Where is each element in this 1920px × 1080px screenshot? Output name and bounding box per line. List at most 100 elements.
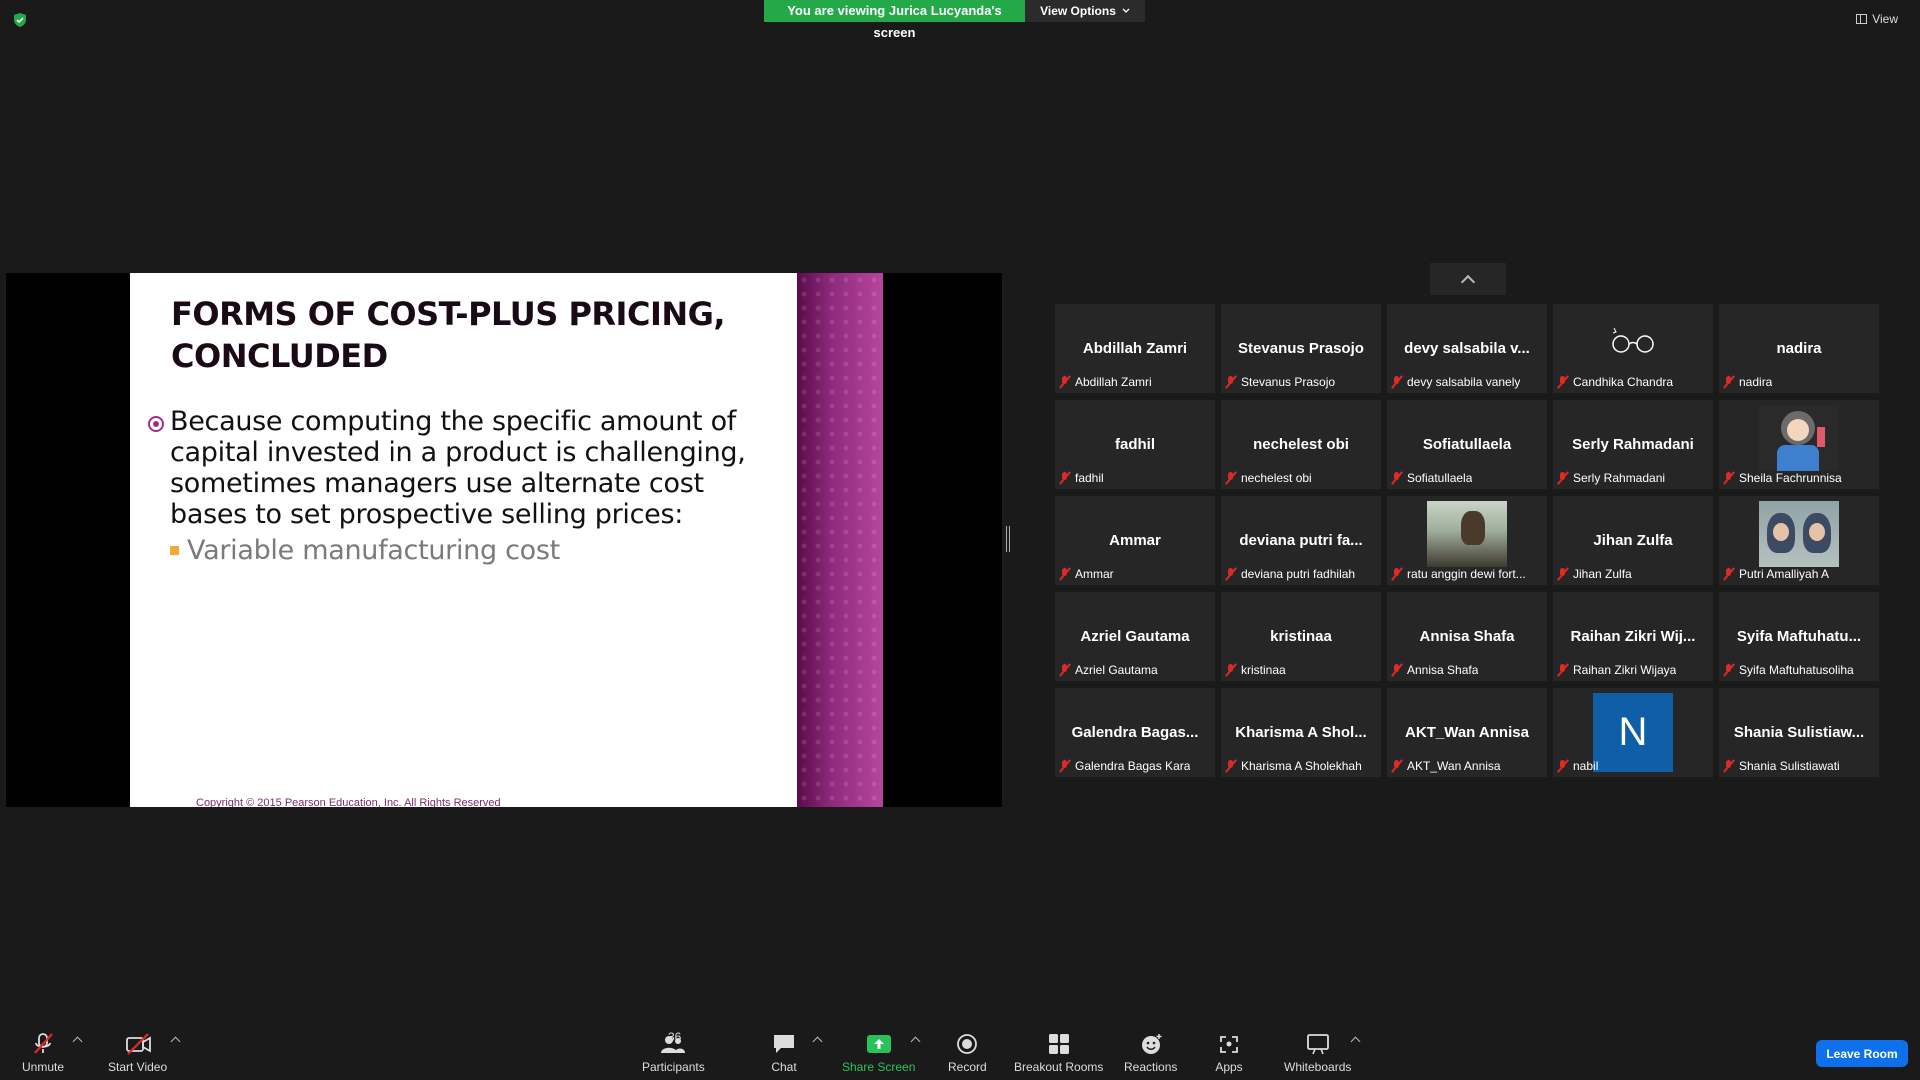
participant-name: Galendra Bagas Kara	[1075, 759, 1191, 773]
participant-name: Syifa Maftuhatusoliha	[1739, 663, 1854, 677]
participant-tile[interactable]: Annisa Shafa Annisa Shafa	[1387, 592, 1547, 681]
microphone-muted-icon	[34, 1033, 53, 1054]
participant-display-name: Sofiatullaela	[1422, 436, 1512, 453]
participant-tile[interactable]: AKT_Wan Annisa AKT_Wan Annisa	[1387, 688, 1547, 777]
participants-label: Participants	[642, 1060, 705, 1074]
view-options-button[interactable]: View Options	[1025, 0, 1145, 22]
participant-footer: AKT_Wan Annisa	[1391, 757, 1545, 775]
participant-tile[interactable]: fadhil fadhil	[1055, 400, 1215, 489]
participant-footer: Ammar	[1059, 565, 1213, 583]
participant-tile[interactable]: Shania Sulistiaw... Shania Sulistiawati	[1719, 688, 1879, 777]
participant-display-name: deviana putri fa...	[1239, 532, 1363, 549]
view-label: View	[1872, 12, 1898, 26]
video-options-caret-icon[interactable]	[170, 1036, 181, 1047]
participant-footer: Serly Rahmadani	[1557, 469, 1711, 487]
participant-tile[interactable]: nechelest obi nechelest obi	[1221, 400, 1381, 489]
participant-footer: Raihan Zikri Wijaya	[1557, 661, 1711, 679]
whiteboard-options-caret-icon[interactable]	[1350, 1036, 1361, 1047]
participant-name: Azriel Gautama	[1075, 663, 1158, 677]
leave-room-button[interactable]: Leave Room	[1816, 1040, 1908, 1067]
participant-tile[interactable]: Kharisma A Shol... Kharisma A Sholekhah	[1221, 688, 1381, 777]
participant-tile[interactable]: Candhika Chandra	[1553, 304, 1713, 393]
gallery-previous-page-button[interactable]	[1430, 263, 1506, 295]
participant-tile[interactable]: Nnabil	[1553, 688, 1713, 777]
participant-tile[interactable]: ratu anggin dewi fort...	[1387, 496, 1547, 585]
meeting-toolbar: Unmute Start Video 36 Participants Chat …	[0, 1020, 1920, 1080]
participant-footer: kristinaa	[1225, 661, 1379, 679]
breakout-rooms-button[interactable]: Breakout Rooms	[1014, 1032, 1103, 1074]
participant-name: Sofiatullaela	[1407, 471, 1473, 485]
apps-label: Apps	[1215, 1060, 1243, 1074]
whiteboards-button[interactable]: Whiteboards	[1284, 1032, 1351, 1074]
circle-bullet-icon	[148, 416, 164, 432]
chat-icon	[774, 1035, 794, 1053]
zoom-meeting-window: You are viewing Jurica Lucyanda's screen…	[0, 0, 1920, 1080]
audio-options-caret-icon[interactable]	[72, 1036, 83, 1047]
slide-sub-bullet: Variable manufacturing cost	[170, 535, 560, 566]
participant-tile[interactable]: nadira nadira	[1719, 304, 1879, 393]
video-off-icon	[125, 1033, 151, 1055]
record-button[interactable]: Record	[948, 1032, 987, 1074]
participant-count: 36	[668, 1030, 682, 1044]
participant-tile[interactable]: Abdillah Zamri Abdillah Zamri	[1055, 304, 1215, 393]
participant-name: nadira	[1739, 375, 1773, 389]
participant-display-name: Shania Sulistiaw...	[1733, 724, 1865, 741]
participant-tile[interactable]: Jihan Zulfa Jihan Zulfa	[1553, 496, 1713, 585]
participant-tile[interactable]: Syifa Maftuhatu... Syifa Maftuhatusoliha	[1719, 592, 1879, 681]
participant-display-name: devy salsabila v...	[1404, 340, 1530, 357]
security-shield-icon[interactable]	[12, 12, 28, 28]
participant-name: Raihan Zikri Wijaya	[1573, 663, 1677, 677]
participant-tile[interactable]: Sofiatullaela Sofiatullaela	[1387, 400, 1547, 489]
participant-tile[interactable]: devy salsabila v... devy salsabila vanely	[1387, 304, 1547, 393]
participant-tile[interactable]: Serly Rahmadani Serly Rahmadani	[1553, 400, 1713, 489]
participant-tile[interactable]: Sheila Fachrunnisa	[1719, 400, 1879, 489]
participant-tile[interactable]: Azriel Gautama Azriel Gautama	[1055, 592, 1215, 681]
reactions-button[interactable]: Reactions	[1124, 1032, 1177, 1074]
microphone-muted-icon	[1723, 375, 1735, 389]
start-video-button[interactable]: Start Video	[108, 1032, 167, 1074]
participant-tile[interactable]: Stevanus Prasojo Stevanus Prasojo	[1221, 304, 1381, 393]
participant-display-name: Syifa Maftuhatu...	[1736, 628, 1862, 645]
chat-label: Chat	[771, 1060, 797, 1074]
participant-tile[interactable]: Ammar Ammar	[1055, 496, 1215, 585]
participant-footer: Sofiatullaela	[1391, 469, 1545, 487]
participant-tile[interactable]: deviana putri fa... deviana putri fadhila…	[1221, 496, 1381, 585]
participant-display-name: Azriel Gautama	[1080, 628, 1190, 645]
participant-footer: Syifa Maftuhatusoliha	[1723, 661, 1877, 679]
microphone-muted-icon	[1059, 375, 1071, 389]
microphone-muted-icon	[1723, 567, 1735, 581]
slide-title: FORMS OF COST-PLUS PRICING, CONCLUDED	[171, 295, 726, 375]
unmute-label: Unmute	[22, 1060, 65, 1074]
microphone-muted-icon	[1557, 663, 1569, 677]
participant-display-name: Kharisma A Shol...	[1235, 724, 1367, 741]
participant-name: kristinaa	[1241, 663, 1286, 677]
split-view-resize-handle[interactable]	[1006, 526, 1010, 552]
participant-tile[interactable]: Raihan Zikri Wij... Raihan Zikri Wijaya	[1553, 592, 1713, 681]
microphone-muted-icon	[1225, 375, 1237, 389]
share-screen-button[interactable]: Share Screen	[842, 1032, 915, 1074]
unmute-button[interactable]: Unmute	[22, 1032, 64, 1074]
view-button[interactable]: View	[1856, 12, 1898, 26]
view-options-label: View Options	[1040, 4, 1116, 18]
participants-button[interactable]: 36 Participants	[642, 1030, 705, 1074]
participant-name: Stevanus Prasojo	[1241, 375, 1336, 389]
participant-footer: Shania Sulistiawati	[1723, 757, 1877, 775]
microphone-muted-icon	[1391, 759, 1403, 773]
apps-button[interactable]: Apps	[1214, 1032, 1244, 1074]
participant-tile[interactable]: Galendra Bagas... Galendra Bagas Kara	[1055, 688, 1215, 777]
microphone-muted-icon	[1723, 471, 1735, 485]
profile-photo	[1427, 501, 1507, 567]
chat-button[interactable]: Chat	[769, 1032, 799, 1074]
participant-gallery: Abdillah Zamri Abdillah Zamri Stevanus Pra…	[1055, 304, 1879, 777]
participant-name: Putri Amalliyah A	[1739, 567, 1830, 581]
breakout-rooms-icon	[1048, 1034, 1069, 1054]
participant-tile[interactable]: Putri Amalliyah A	[1719, 496, 1879, 585]
participant-footer: Putri Amalliyah A	[1723, 565, 1877, 583]
microphone-muted-icon	[1557, 567, 1569, 581]
chat-options-caret-icon[interactable]	[812, 1036, 823, 1047]
participant-footer: Azriel Gautama	[1059, 661, 1213, 679]
participant-tile[interactable]: kristinaa kristinaa	[1221, 592, 1381, 681]
participant-footer: Kharisma A Sholekhah	[1225, 757, 1379, 775]
participant-name: Ammar	[1075, 567, 1114, 581]
square-bullet-icon	[170, 546, 179, 555]
